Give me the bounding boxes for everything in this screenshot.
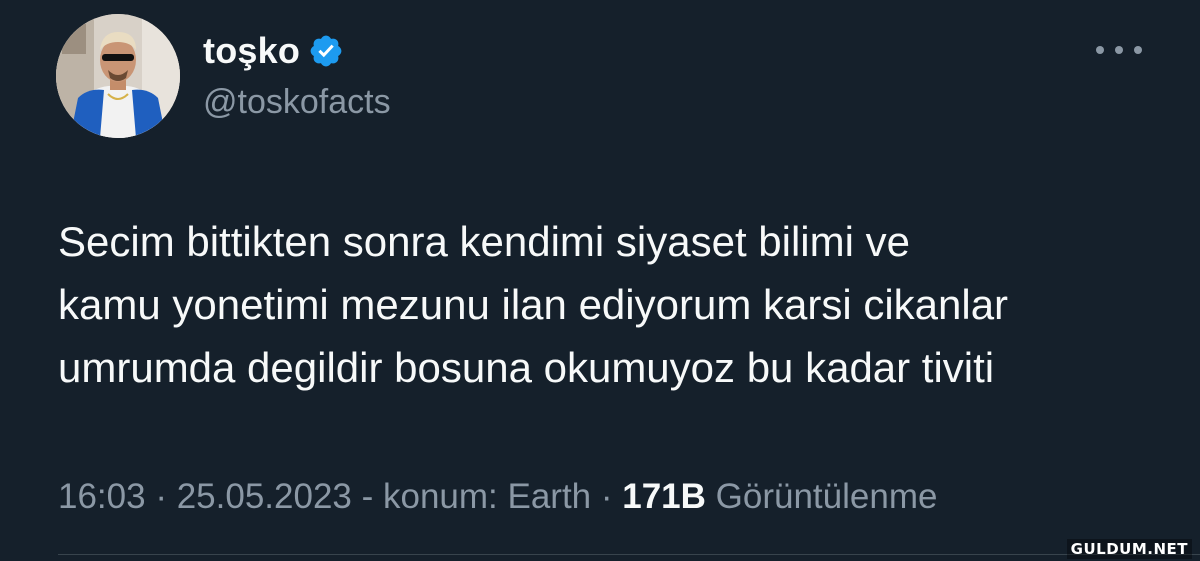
author-handle[interactable]: @toskofacts [203, 80, 391, 124]
more-options-button[interactable] [1096, 38, 1142, 62]
tweet-text: Secim bittikten sonra kendimi siyaset bi… [58, 210, 1178, 399]
verified-badge-icon [308, 33, 344, 69]
tweet-metadata: 16:03 · 25.05.2023 - konum: Earth · 171B… [58, 472, 937, 522]
tweet-time[interactable]: 16:03 [58, 477, 146, 516]
avatar[interactable] [56, 14, 180, 138]
tweet-text-line: Secim bittikten sonra kendimi siyaset bi… [58, 218, 910, 265]
more-horizontal-icon [1115, 46, 1123, 54]
author-name-row: toşko [203, 28, 344, 74]
tweet-location: konum: Earth [382, 477, 592, 516]
divider [58, 554, 1200, 555]
more-horizontal-icon [1134, 46, 1142, 54]
tweet-card: toşko @toskofacts Secim bittikten sonra … [0, 0, 1200, 561]
views-count[interactable]: 171B [622, 477, 706, 516]
more-horizontal-icon [1096, 46, 1104, 54]
meta-separator: · [591, 477, 623, 516]
meta-separator: - [351, 477, 383, 516]
tweet-date[interactable]: 25.05.2023 [177, 477, 352, 516]
meta-separator: · [145, 477, 177, 516]
watermark: GULDUM.NET [1066, 539, 1192, 559]
avatar-image [56, 14, 180, 138]
views-label[interactable]: Görüntülenme [706, 477, 938, 516]
tweet-text-line: kamu yonetimi mezunu ilan ediyorum karsi… [58, 281, 1009, 328]
tweet-text-line: umrumda degildir bosuna okumuyoz bu kada… [58, 344, 995, 391]
display-name[interactable]: toşko [203, 28, 300, 74]
